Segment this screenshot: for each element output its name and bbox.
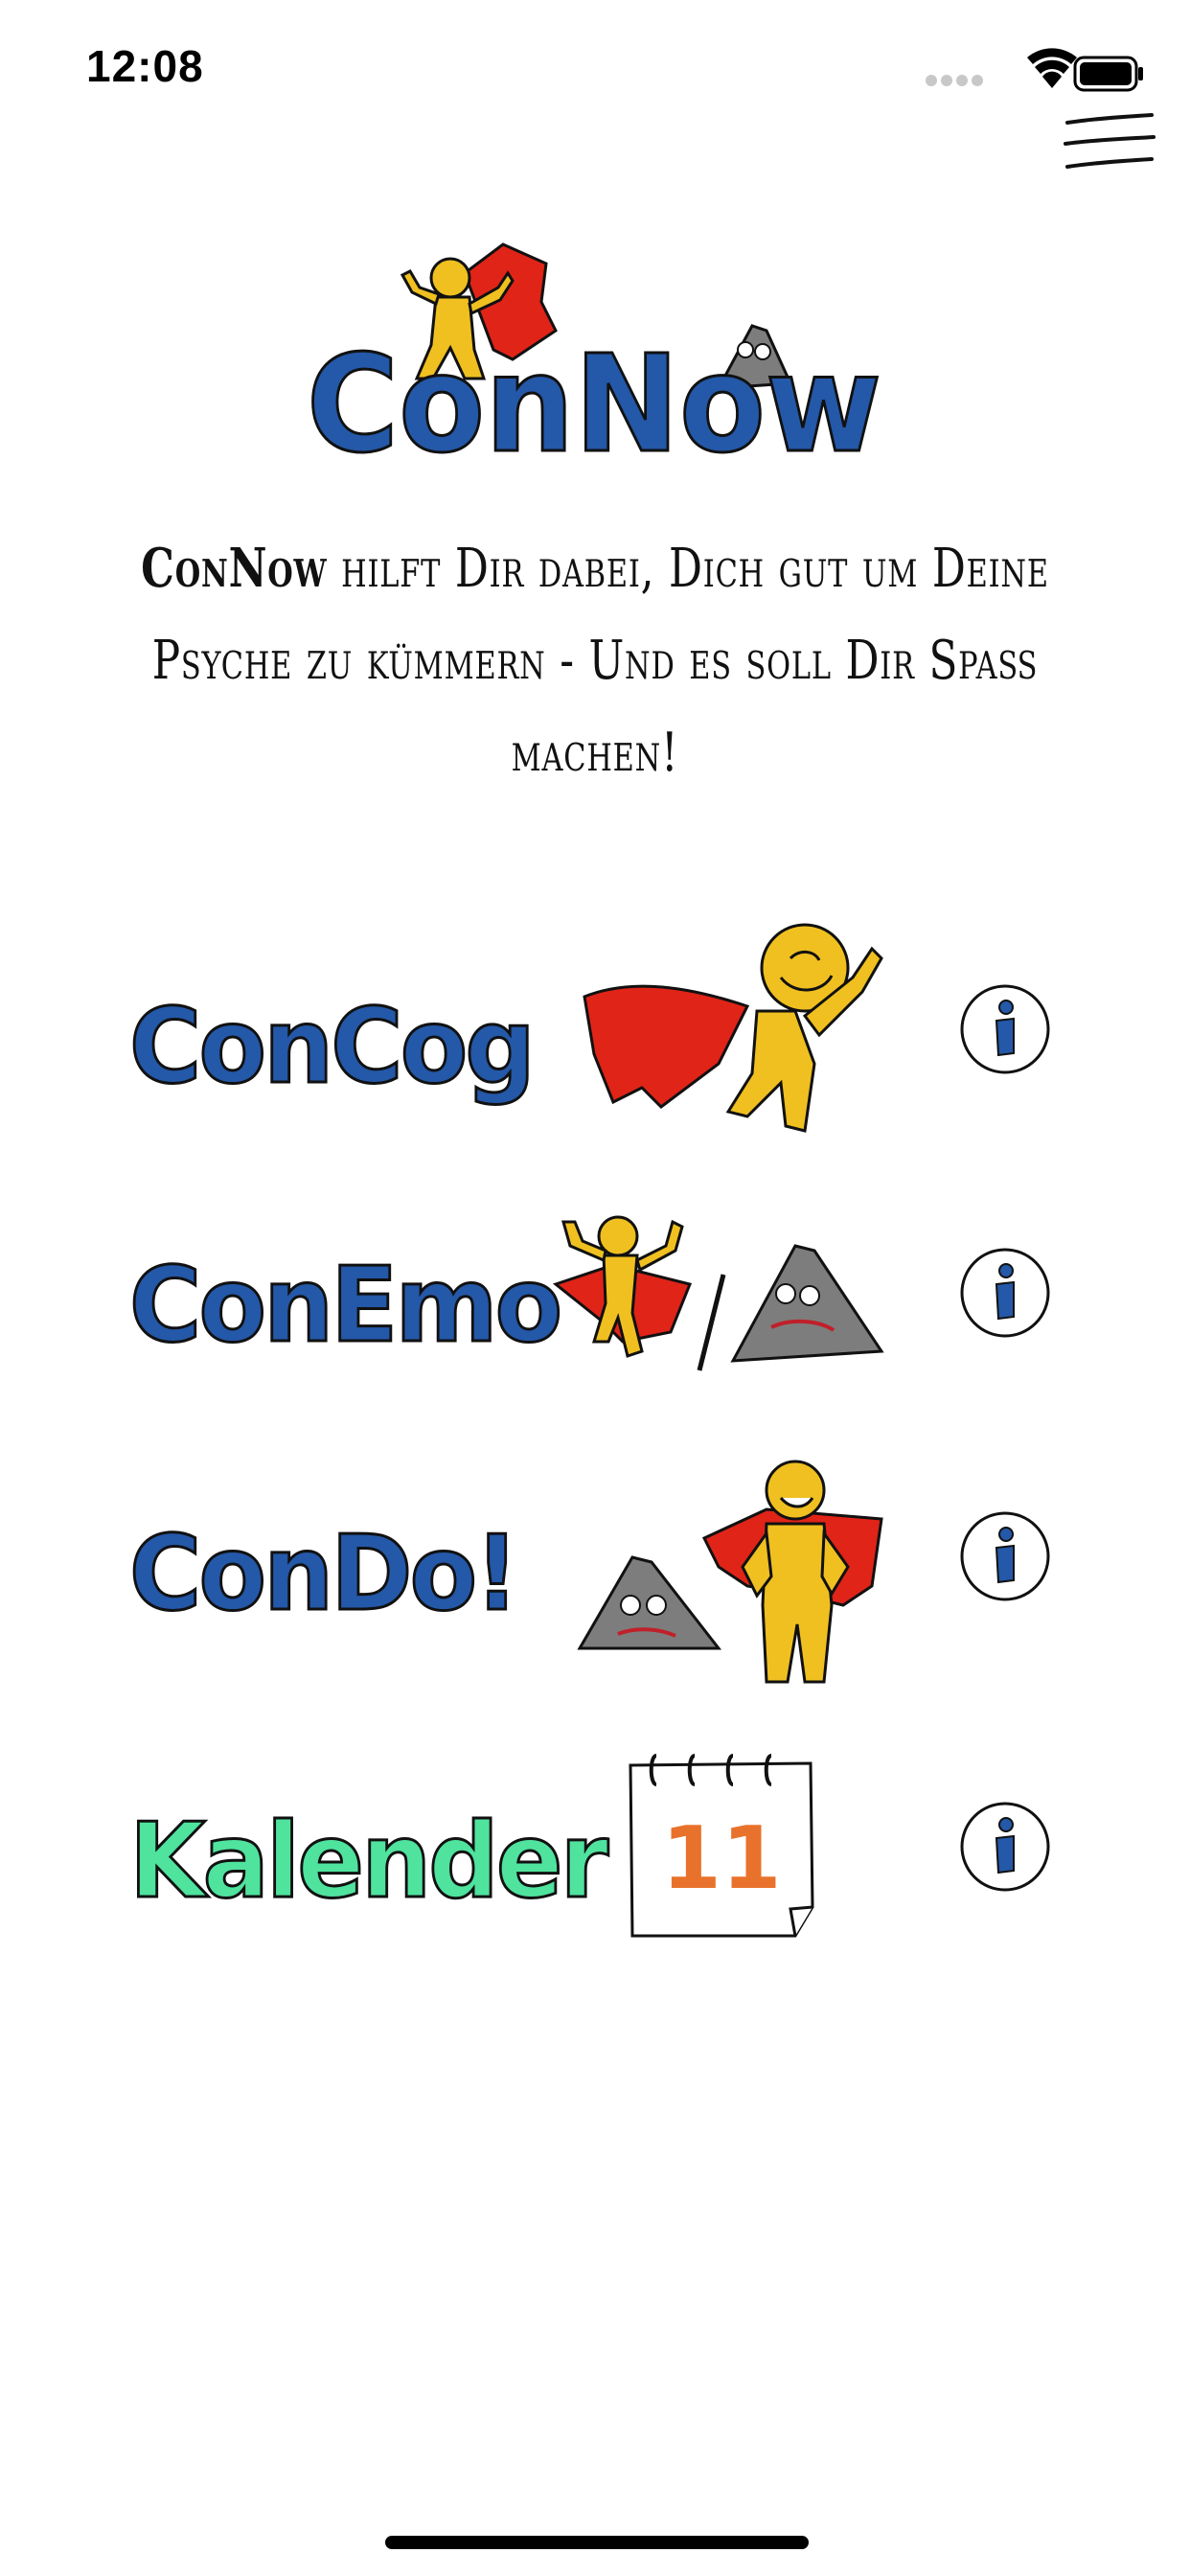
- intro-text: ConNow hilft Dir dabei, Dich gut um Dein…: [141, 522, 1048, 799]
- intro-brand: ConNow: [141, 537, 328, 600]
- menu-item-title: Kalender: [128, 1801, 610, 1923]
- info-icon[interactable]: [958, 982, 1052, 1076]
- logo-wordmark: ConNow: [307, 327, 881, 465]
- menu-item-conemo[interactable]: ConEmo: [0, 1188, 1190, 1438]
- menu-item-title: ConDo!: [128, 1513, 521, 1636]
- battery-icon: [1073, 56, 1143, 92]
- menu-item-kalender[interactable]: Kalender 11: [0, 1744, 1190, 1993]
- connow-logo: ConNow: [307, 242, 883, 465]
- hamburger-menu-icon[interactable]: [1064, 111, 1156, 178]
- signal-icon: [926, 75, 983, 86]
- hero-slash-mountain-illustration: [552, 1215, 884, 1371]
- status-time: 12:08: [86, 41, 204, 91]
- info-icon[interactable]: [958, 1800, 1052, 1894]
- info-icon[interactable]: [958, 1509, 1052, 1603]
- calendar-day: 11: [661, 1808, 781, 1909]
- calendar-icon: 11: [629, 1754, 814, 1938]
- menu-item-concog[interactable]: ConCog: [0, 901, 1190, 1150]
- menu-item-condo[interactable]: ConDo!: [0, 1457, 1190, 1706]
- mountain-and-hero-illustration: [577, 1460, 883, 1684]
- status-icons: [926, 48, 1143, 92]
- menu-item-title: ConEmo: [128, 1245, 564, 1368]
- home-indicator[interactable]: [385, 2536, 809, 2549]
- info-icon[interactable]: [958, 1246, 1052, 1340]
- hero-cape-illustration: [583, 923, 883, 1133]
- wifi-icon: [1027, 48, 1077, 88]
- menu-item-title: ConCog: [128, 986, 538, 1109]
- status-bar: 12:08: [0, 0, 1190, 134]
